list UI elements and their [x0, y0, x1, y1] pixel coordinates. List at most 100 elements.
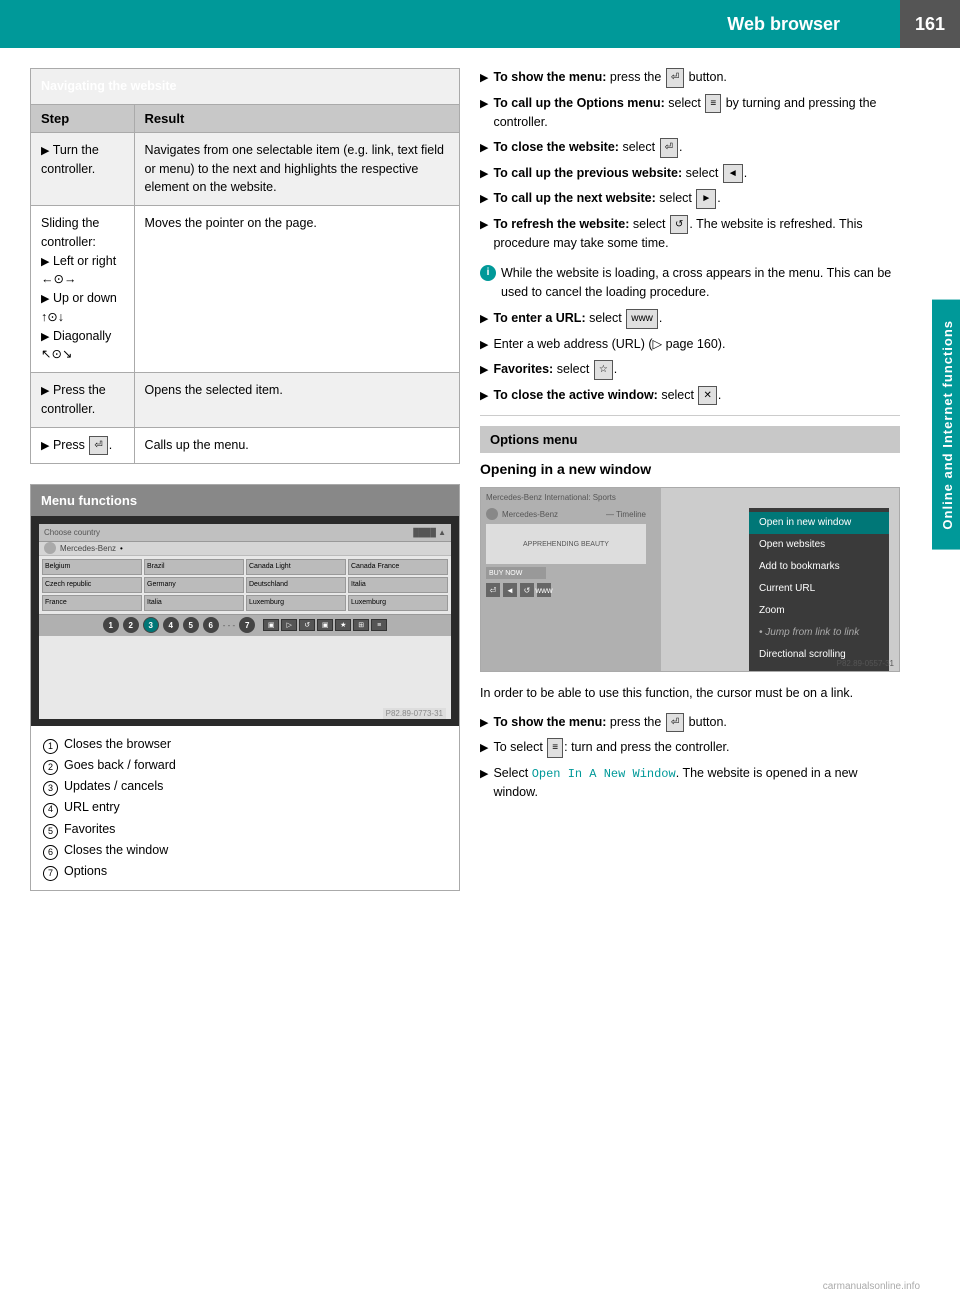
context-menu-item-open-websites: Open websites: [749, 534, 889, 556]
bullet-arrow-icon: ▶: [480, 96, 488, 113]
list-item-text: Favorites: [64, 819, 115, 840]
bullet-text: Enter a web address (URL) (▷ page 160).: [493, 335, 900, 354]
grid-cell: Brazil: [144, 559, 244, 575]
circle-num-1: 1: [43, 739, 58, 754]
bullet-item: ▶ To select ≡: turn and press the contro…: [480, 738, 900, 758]
bullet-arrow-icon: ▶: [480, 388, 488, 405]
bullet-arrow-icon: ▶: [480, 311, 488, 328]
grid-cell: Italia: [348, 577, 448, 593]
bullet-text: Select Open In A New Window. The website…: [493, 764, 900, 803]
grid-cell: Canada France: [348, 559, 448, 575]
bullet-text: To close the website: select ⏎.: [493, 138, 900, 158]
bottom-icon-sq4: ▣: [317, 619, 333, 631]
table-row: ▶ Press ⏎. Calls up the menu.: [31, 427, 460, 463]
bullet-text: To call up the previous website: select …: [493, 164, 900, 184]
bullet-text: To show the menu: press the ⏎ button.: [493, 68, 900, 88]
bullet-item: ▶ To refresh the website: select ↺. The …: [480, 215, 900, 254]
circle-num-7: 7: [43, 866, 58, 881]
circle-num-4: 4: [43, 803, 58, 818]
bullet-arrow-icon: ▶: [480, 337, 488, 354]
icon-3: 3: [143, 617, 159, 633]
list-item: 3 Updates / cancels: [43, 776, 447, 797]
list-item: 7 Options: [43, 861, 447, 882]
list-item-text: Options: [64, 861, 107, 882]
col-step: Step: [31, 104, 135, 132]
circle-num-3: 3: [43, 781, 58, 796]
table-cell-step: ▶ Press ⏎.: [31, 427, 135, 463]
table-cell-result: Navigates from one selectable item (e.g.…: [134, 132, 459, 205]
nav-table-header: Navigating the website: [31, 69, 460, 105]
grid-cell: France: [42, 595, 142, 611]
header-bar: Web browser 161: [0, 0, 960, 48]
footer-watermark: carmanualsonline.info: [823, 1281, 920, 1292]
list-item-text: Closes the browser: [64, 734, 171, 755]
grid-cell: Luxemburg: [348, 595, 448, 611]
left-column: Navigating the website Step Result ▶ Tur…: [30, 68, 460, 906]
bullet-item: ▶ To call up the Options menu: select ≡ …: [480, 94, 900, 133]
numbered-list: 1 Closes the browser 2 Goes back / forwa…: [31, 726, 459, 891]
grid-cell: Germany: [144, 577, 244, 593]
bullet-item: ▶ Enter a web address (URL) (▷ page 160)…: [480, 335, 900, 354]
table-cell-result: Opens the selected item.: [134, 373, 459, 428]
bullet-arrow-icon: ▶: [480, 191, 488, 208]
context-menu-item-zoom: Zoom: [749, 600, 889, 622]
bullet-text: To select ≡: turn and press the controll…: [493, 738, 900, 758]
bullet-text: To enter a URL: select www.: [493, 309, 900, 329]
bullet-item: ▶ To close the active window: select ✕.: [480, 386, 900, 406]
bg-sim-left: Mercedes-Benz International: Sports Merc…: [481, 488, 661, 672]
icon-4: 4: [163, 617, 179, 633]
list-item: 2 Goes back / forward: [43, 755, 447, 776]
divider: [480, 415, 900, 416]
bullets-section-3: ▶ To show the menu: press the ⏎ button. …: [480, 713, 900, 803]
icon-6: 6: [203, 617, 219, 633]
context-menu-screenshot: Mercedes-Benz International: Sports Merc…: [480, 487, 900, 672]
opening-title: Opening in a new window: [480, 461, 900, 477]
bullet-arrow-icon: ▶: [480, 740, 488, 757]
context-menu-overlay: Open in new window Open websites Add to …: [749, 508, 889, 672]
circle-num-5: 5: [43, 824, 58, 839]
bullet-arrow-icon: ▶: [480, 70, 488, 87]
bullet-arrow-icon: ▶: [480, 766, 488, 783]
info-text: While the website is loading, a cross ap…: [501, 264, 900, 302]
bullet-arrow-icon: ▶: [480, 166, 488, 183]
browser-address-row: Mercedes-Benz •: [39, 542, 451, 556]
grid-cell: Belgium: [42, 559, 142, 575]
right-column: ▶ To show the menu: press the ⏎ button. …: [480, 68, 930, 906]
bullet-text: To show the menu: press the ⏎ button.: [493, 713, 900, 733]
info-block: i While the website is loading, a cross …: [480, 264, 900, 302]
side-tab-label: Online and Internet functions: [932, 300, 960, 550]
bottom-icon-sq3: ↺: [299, 619, 315, 631]
context-menu-item-open-new: Open in new window: [749, 512, 889, 534]
table-cell-step: ▶ Press the control­ler.: [31, 373, 135, 428]
list-item: 4 URL entry: [43, 797, 447, 818]
table-cell-result: Moves the pointer on the page.: [134, 206, 459, 373]
grid-cell: Luxemburg: [246, 595, 346, 611]
bottom-icon-sq6: ⊞: [353, 619, 369, 631]
context-menu-item-url: Current URL: [749, 578, 889, 600]
bullets-section-2: ▶ To enter a URL: select www. ▶ Enter a …: [480, 309, 900, 405]
bullet-text: To call up the Options menu: select ≡ by…: [493, 94, 900, 133]
bottom-icon-sq2: ▷: [281, 619, 297, 631]
list-item: 1 Closes the browser: [43, 734, 447, 755]
bullet-item: ▶ To show the menu: press the ⏎ button.: [480, 68, 900, 88]
browser-grid: Belgium Brazil Canada Light Canada Franc…: [39, 556, 451, 614]
bullet-item: ▶ To call up the next website: select ►.: [480, 189, 900, 209]
bullet-item: ▶ To enter a URL: select www.: [480, 309, 900, 329]
page-number: 161: [900, 0, 960, 48]
grid-cell: Canada Light: [246, 559, 346, 575]
list-item: 5 Favorites: [43, 819, 447, 840]
main-content: Navigating the website Step Result ▶ Tur…: [0, 48, 960, 926]
bullet-arrow-icon: ▶: [480, 715, 488, 732]
browser-bottom-bar: 1 2 3 4 5 6 - - - 7 ▣ ▷ ↺ ▣ ★: [39, 614, 451, 636]
list-item-text: Goes back / forward: [64, 755, 176, 776]
table-cell-step: ▶ Turn the control­ler.: [31, 132, 135, 205]
menu-screenshot: Choose country ████ ▲ Mercedes-Benz • Be…: [31, 516, 459, 726]
grid-cell: Italia: [144, 595, 244, 611]
bullet-text: Favorites: select ☆.: [493, 360, 900, 380]
menu-functions-box: Menu functions Choose country ████ ▲ Mer…: [30, 484, 460, 892]
menu-functions-header: Menu functions: [31, 485, 459, 516]
table-row: ▶ Press the control­ler. Opens the selec…: [31, 373, 460, 428]
table-row: Sliding the control­ler: ▶ Left or right…: [31, 206, 460, 373]
bottom-icon-sq7: ≡: [371, 619, 387, 631]
icon-1: 1: [103, 617, 119, 633]
